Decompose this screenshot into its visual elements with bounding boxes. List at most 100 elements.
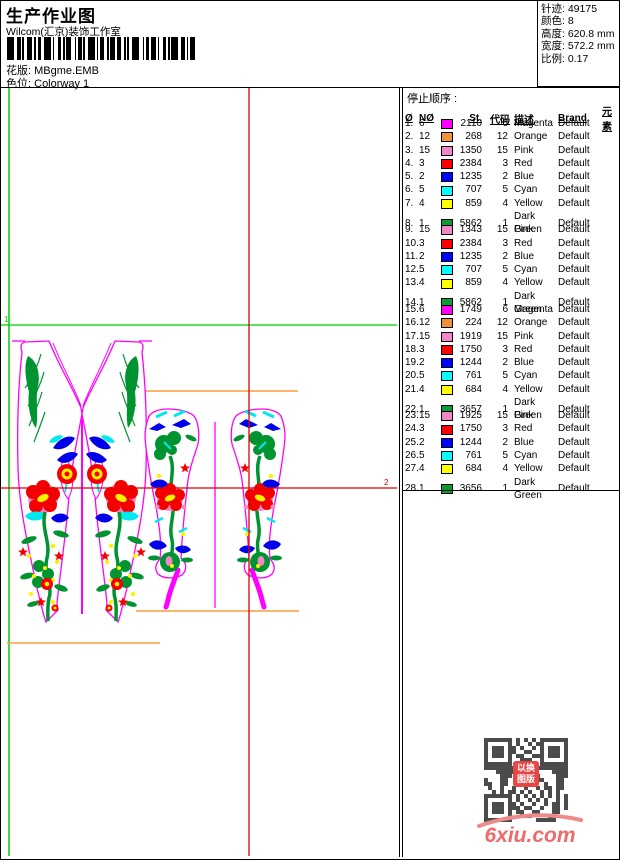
row-number: 12.: [405, 264, 419, 276]
table-row: 20. 5 761 5 Cyan Default: [405, 369, 617, 382]
row-code: 5: [502, 184, 508, 196]
row-number: 16.: [405, 317, 419, 329]
table-row: 8. 1 5862 1 Dark Green Default: [405, 210, 617, 235]
row-brand: Default: [558, 277, 590, 289]
barcode: [7, 37, 199, 60]
row-needle: 4: [419, 463, 425, 475]
color-chip: [441, 172, 453, 183]
row-description: Cyan: [514, 264, 538, 276]
row-needle: 12: [419, 317, 431, 329]
vest-right-panel: [82, 341, 146, 622]
row-needle: 2: [419, 436, 425, 448]
row-code: 4: [502, 197, 508, 209]
row-description: Yellow: [514, 277, 543, 289]
color-chip: [441, 145, 453, 156]
row-number: 19.: [405, 357, 419, 369]
color-chip: [441, 464, 453, 475]
row-brand: Default: [558, 357, 590, 369]
row-code: 3: [502, 423, 508, 435]
row-needle: 4: [419, 277, 425, 289]
row-stitches: 1244: [459, 436, 482, 448]
row-brand: Default: [558, 483, 590, 495]
row-stitches: 707: [465, 184, 482, 196]
row-description: Pink: [514, 330, 534, 342]
color-chip: [441, 251, 453, 262]
row-needle: 4: [419, 197, 425, 209]
production-worksheet: 生产作业图 Wilcom(汇京)装饰工作室 花版: MBgme.EMB 色位: …: [0, 0, 620, 860]
row-description: Magenta: [514, 118, 553, 129]
row-number: 10.: [405, 237, 419, 249]
table-row: 7. 4 859 4 Yellow Default: [405, 197, 617, 210]
color-chip: [441, 119, 453, 130]
row-needle: 3: [419, 237, 425, 249]
row-brand: Default: [558, 224, 590, 236]
row-stitches: 1350: [459, 144, 482, 156]
row-number: 23.: [405, 410, 419, 422]
table-row: 6. 5 707 5 Cyan Default: [405, 183, 617, 196]
row-stitches: 2384: [459, 157, 482, 169]
row-code: 2: [502, 171, 508, 183]
row-description: Yellow: [514, 197, 543, 209]
table-row: 14. 1 5862 1 Dark Green Default: [405, 290, 617, 315]
table-row: 21. 4 684 4 Yellow Default: [405, 383, 617, 396]
table-row: 24. 3 1750 3 Red Default: [405, 422, 617, 435]
table-row: 10. 3 2384 3 Red Default: [405, 237, 617, 250]
table-row: 22. 1 3657 1 Dark Green Default: [405, 396, 617, 421]
row-brand: Default: [558, 330, 590, 342]
row-needle: 15: [419, 144, 431, 156]
boot-left: [145, 409, 199, 607]
row-brand: Default: [558, 383, 590, 395]
row-number: 9.: [405, 224, 414, 236]
table-row: 2. 12 268 12 Orange Default: [405, 130, 617, 143]
row-stitches: 859: [465, 197, 482, 209]
table-row: 26. 5 761 5 Cyan Default: [405, 449, 617, 462]
row-stitches: 761: [465, 370, 482, 382]
row-brand: Default: [558, 250, 590, 262]
row-brand: Default: [558, 144, 590, 156]
row-number: 4.: [405, 157, 414, 169]
row-code: 6: [502, 303, 508, 315]
row-brand: Default: [558, 131, 590, 143]
color-chip: [441, 225, 453, 236]
row-brand: Default: [558, 317, 590, 329]
row-needle: 3: [419, 157, 425, 169]
table-row: 17. 15 1919 15 Pink Default: [405, 330, 617, 343]
row-description: Red: [514, 157, 533, 169]
row-code: 2: [502, 250, 508, 262]
boot-right: [231, 409, 285, 607]
design-info-panel: 针迹: 49175 颜色: 8 高度: 620.8 mm 宽度: 572.2 m…: [537, 1, 619, 87]
row-description: Pink: [514, 224, 534, 236]
row-description: Blue: [514, 250, 535, 262]
table-row: 11. 2 1235 2 Blue Default: [405, 250, 617, 263]
row-number: 28.: [405, 483, 419, 495]
row-needle: 6: [419, 118, 425, 129]
row-code: 3: [502, 343, 508, 355]
row-code: 5: [502, 450, 508, 462]
row-number: 2.: [405, 131, 414, 143]
table-row: 12. 5 707 5 Cyan Default: [405, 263, 617, 276]
table-row: 13. 4 859 4 Yellow Default: [405, 276, 617, 289]
row-brand: Default: [558, 370, 590, 382]
table-bottom-border: [403, 490, 619, 491]
row-brand: Default: [558, 463, 590, 475]
row-brand: Default: [558, 171, 590, 183]
color-chip: [441, 132, 453, 143]
color-chip: [441, 198, 453, 209]
row-code: 4: [502, 277, 508, 289]
row-stitches: 1343: [459, 224, 482, 236]
row-stitches: 684: [465, 463, 482, 475]
color-chip: [441, 371, 453, 382]
row-stitches: 859: [465, 277, 482, 289]
color-chip: [441, 411, 453, 422]
table-row: 23. 15 1925 15 Pink Default: [405, 409, 617, 422]
color-chip: [441, 451, 453, 462]
row-needle: 15: [419, 330, 431, 342]
row-needle: 1: [419, 483, 425, 495]
row-description: Pink: [514, 410, 534, 422]
table-row: 28. 1 3656 1 Dark Green Default: [405, 476, 617, 501]
row-number: 21.: [405, 383, 419, 395]
row-description: Cyan: [514, 184, 538, 196]
row-brand: Default: [558, 118, 590, 129]
row-needle: 5: [419, 450, 425, 462]
qr-stamp: 以换 图版: [513, 761, 539, 787]
